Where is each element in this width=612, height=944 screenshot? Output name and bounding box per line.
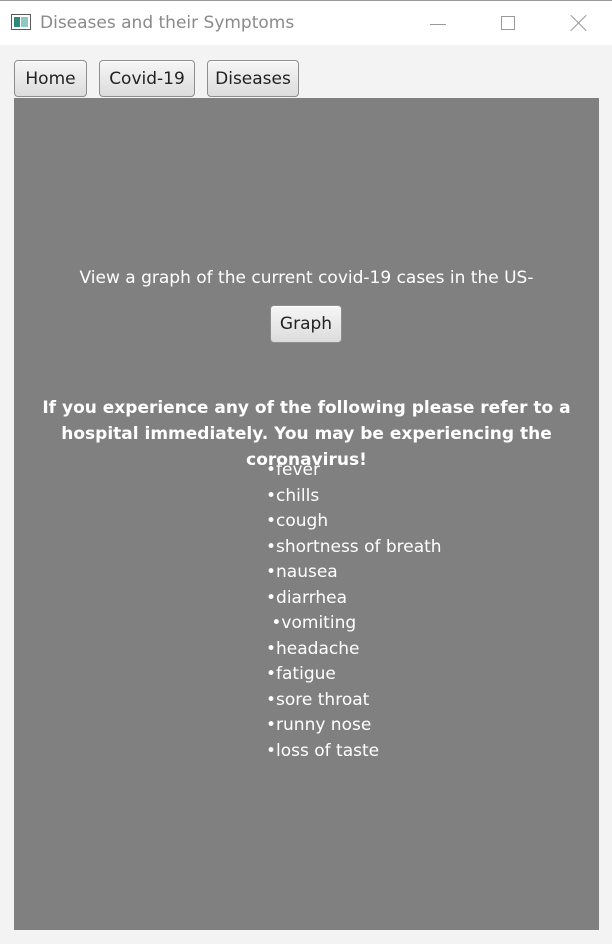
symptom-item: •cough <box>266 511 329 531</box>
symptom-item: •nausea <box>266 562 338 582</box>
symptom-item: •sore throat <box>266 689 370 710</box>
app-icon <box>11 14 31 30</box>
symptom-item: •shortness of breath <box>266 536 442 557</box>
symptom-item: •chills <box>266 485 320 506</box>
maximize-button[interactable] <box>478 1 538 45</box>
window-title: Diseases and their Symptoms <box>40 13 295 33</box>
home-button[interactable]: Home <box>14 60 87 97</box>
minimize-button[interactable] <box>408 1 468 45</box>
symptom-item: •fever <box>266 460 320 480</box>
symptom-list: •fever •chills •cough •shortness of brea… <box>266 458 442 764</box>
title-bar: Diseases and their Symptoms <box>0 0 612 45</box>
covid-19-button[interactable]: Covid-19 <box>99 60 195 97</box>
symptom-item: •fatigue <box>266 664 336 684</box>
symptom-item: •headache <box>266 638 360 659</box>
minimize-icon <box>430 23 446 25</box>
close-button[interactable] <box>549 1 609 45</box>
graph-prompt-text: View a graph of the current covid-19 cas… <box>79 268 534 288</box>
close-icon <box>570 14 588 32</box>
symptom-item: •diarrhea <box>266 587 347 608</box>
symptom-item: •runny nose <box>266 715 372 735</box>
graph-button[interactable]: Graph <box>270 305 342 343</box>
diseases-button[interactable]: Diseases <box>207 60 299 97</box>
maximize-icon <box>501 16 515 30</box>
content-panel: View a graph of the current covid-19 cas… <box>14 98 599 930</box>
symptom-item: •vomiting <box>266 613 357 633</box>
symptom-item: •loss of taste <box>266 740 380 761</box>
